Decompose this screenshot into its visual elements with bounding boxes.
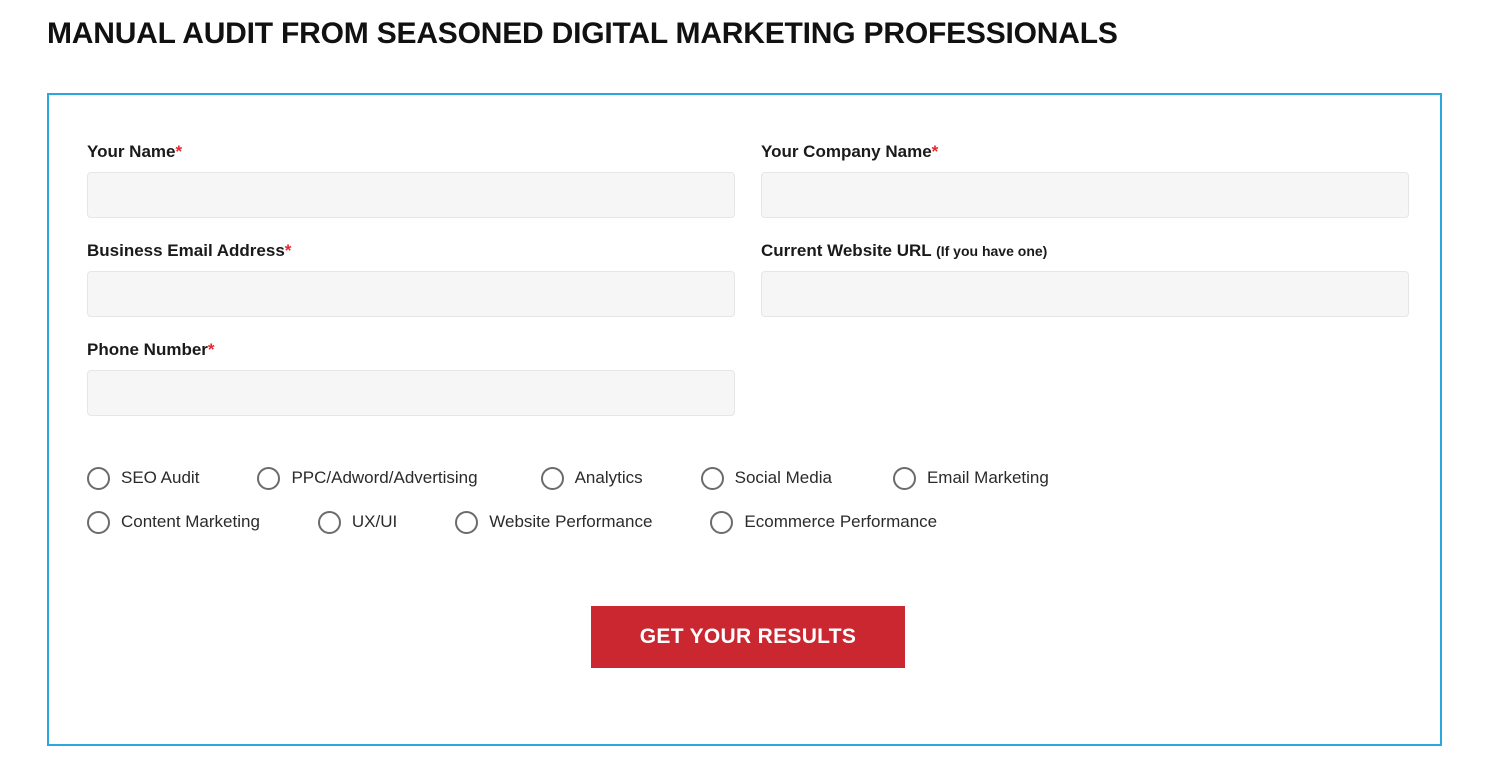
audit-form-panel: Your Name* Your Company Name* Business Ema… xyxy=(47,93,1442,746)
radio-option-label: Website Performance xyxy=(489,512,653,532)
text-input[interactable] xyxy=(761,172,1409,219)
radio-option[interactable]: PPC/Adword/Advertising xyxy=(257,466,478,490)
required-asterisk: * xyxy=(284,241,292,261)
form-field: Your Name* xyxy=(87,141,735,219)
radio-option[interactable]: Social Media xyxy=(700,466,832,490)
radio-option-label: Social Media xyxy=(734,468,832,488)
radio-circle-icon[interactable] xyxy=(540,466,564,490)
radio-circle-icon[interactable] xyxy=(257,466,281,490)
radio-circle-icon[interactable] xyxy=(87,466,110,490)
field-label: Phone Number* xyxy=(87,339,735,361)
field-label-text: Your Name xyxy=(87,142,176,161)
radio-option[interactable]: Ecommerce Performance xyxy=(710,510,938,534)
radio-option[interactable]: Email Marketing xyxy=(892,466,1049,490)
radio-option[interactable]: UX/UI xyxy=(317,510,398,534)
radio-circle-icon[interactable] xyxy=(317,510,341,534)
form-field: Your Company Name* xyxy=(761,141,1409,219)
field-label-text: Current Website URL xyxy=(761,241,932,261)
radio-option[interactable]: Content Marketing xyxy=(87,510,260,534)
radio-option[interactable]: Website Performance xyxy=(455,510,653,534)
service-options-row: Content Marketing UX/UI Website Performanc… xyxy=(87,500,1417,544)
field-label: Your Company Name* xyxy=(761,141,1409,163)
radio-option-label: Content Marketing xyxy=(121,512,260,532)
radio-option-label: SEO Audit xyxy=(121,468,200,488)
radio-circle-icon[interactable] xyxy=(455,510,479,534)
radio-option[interactable]: Analytics xyxy=(540,466,643,490)
field-label-text: Phone Number xyxy=(87,340,208,360)
radio-option-label: Email Marketing xyxy=(926,468,1049,488)
page-title: MANUAL AUDIT FROM SEASONED DIGITAL MARKE… xyxy=(47,17,1118,50)
radio-option-label: Ecommerce Performance xyxy=(744,512,938,532)
text-input[interactable] xyxy=(87,370,735,417)
field-label: Your Name* xyxy=(87,141,735,163)
radio-option-label: PPC/Adword/Advertising xyxy=(291,468,478,488)
get-your-results-button[interactable]: GET YOUR RESULTS xyxy=(591,606,905,669)
field-label-note: (If you have one) xyxy=(936,243,1048,260)
field-label-text: Business Email Address xyxy=(87,241,285,261)
radio-circle-icon[interactable] xyxy=(700,466,724,490)
required-asterisk: * xyxy=(207,340,215,360)
radio-option[interactable]: SEO Audit xyxy=(87,466,200,490)
service-options-group: SEO Audit PPC/Adword/Advertising Analytics… xyxy=(87,456,1417,544)
radio-circle-icon[interactable] xyxy=(87,510,110,534)
submit-row: GET YOUR RESULTS xyxy=(87,606,1409,669)
radio-option-label: UX/UI xyxy=(351,512,398,532)
form-field: Phone Number* xyxy=(87,339,735,417)
field-grid: Your Name* Your Company Name* Business Ema… xyxy=(87,141,1409,438)
radio-option-label: Analytics xyxy=(574,468,643,488)
form-field: Business Email Address* xyxy=(87,240,735,318)
text-input[interactable] xyxy=(87,172,735,219)
field-label-text: Your Company Name xyxy=(761,142,932,161)
radio-circle-icon[interactable] xyxy=(892,466,916,490)
form-field: Current Website URL (If you have one) xyxy=(761,240,1409,318)
required-asterisk: * xyxy=(175,142,183,161)
field-label: Current Website URL (If you have one) xyxy=(761,240,1409,262)
service-options-row: SEO Audit PPC/Adword/Advertising Analytics… xyxy=(87,456,1417,500)
field-label: Business Email Address* xyxy=(87,240,735,262)
radio-circle-icon[interactable] xyxy=(710,510,734,534)
form-inner: Your Name* Your Company Name* Business Ema… xyxy=(87,141,1409,744)
text-input[interactable] xyxy=(87,271,735,318)
text-input[interactable] xyxy=(761,271,1409,318)
required-asterisk: * xyxy=(931,142,939,161)
